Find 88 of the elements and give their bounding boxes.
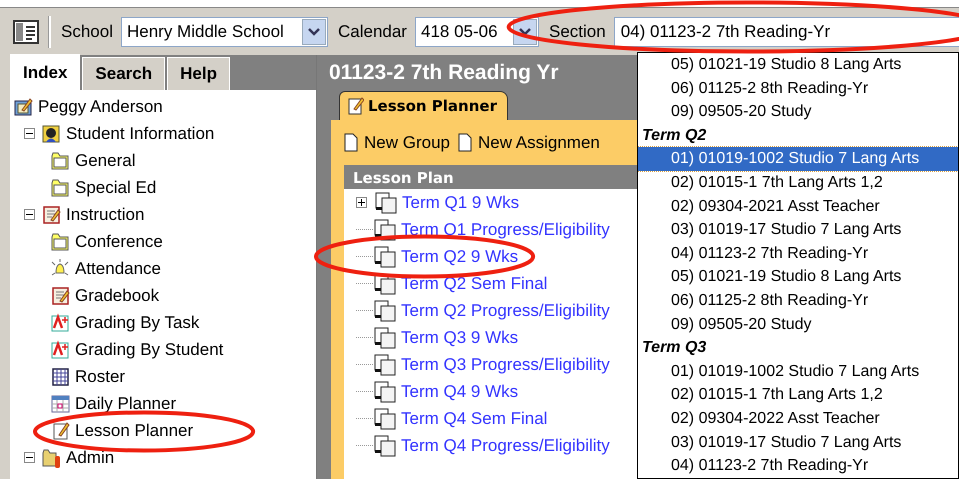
pages-icon xyxy=(373,298,397,322)
grid-icon xyxy=(51,366,70,386)
tree-item[interactable]: Grading By Task xyxy=(75,312,200,332)
dropdown-option[interactable]: 04) 01123-2 7th Reading-Yr xyxy=(638,454,958,478)
plan-link[interactable]: Term Q3 9 Wks xyxy=(401,328,518,348)
tree-item[interactable]: Special Ed xyxy=(75,178,156,198)
group-heading: Term Q3 xyxy=(641,338,708,358)
tree-item[interactable]: Conference xyxy=(75,232,163,252)
plan-link[interactable]: Term Q2 Sem Final xyxy=(401,274,548,294)
plan-link[interactable]: Term Q1 9 Wks xyxy=(402,192,520,212)
dropdown-option[interactable]: 01) 01019-1002 Studio 7 Lang Arts xyxy=(638,360,958,384)
dropdown-option[interactable]: 03) 01019-17 Studio 7 Lang Arts xyxy=(638,218,958,242)
plan-link[interactable]: Term Q3 Progress/Eligibility xyxy=(401,354,610,374)
dropdown-option[interactable]: 06) 01125-2 8th Reading-Yr xyxy=(638,288,958,313)
plan-link[interactable]: Term Q2 9 Wks xyxy=(401,246,518,266)
dropdown-option[interactable]: 05) 01021-19 Studio 8 Lang Arts xyxy=(638,265,958,289)
dropdown-option[interactable]: 01) 01019-1002 Studio 7 Lang Arts xyxy=(638,147,958,171)
page-title: 01123-2 7th Reading Yr xyxy=(328,60,560,86)
pages-icon xyxy=(373,326,397,350)
folder-icon xyxy=(51,232,70,252)
dropdown-option[interactable]: 02) 09304-2022 Asst Teacher xyxy=(638,406,958,430)
notebook-icon xyxy=(51,286,70,306)
tree-item[interactable]: Attendance xyxy=(75,258,162,278)
tree-item[interactable]: Daily Planner xyxy=(75,394,176,414)
tree-item[interactable]: General xyxy=(75,150,136,170)
collapse-icon[interactable] xyxy=(24,452,35,463)
grade-icon xyxy=(51,312,70,332)
group-heading: Term Q2 xyxy=(641,126,708,146)
tree-item[interactable]: Instruction xyxy=(66,204,144,224)
chevron-down-icon xyxy=(518,28,531,36)
dropdown-option[interactable]: 09) 09505-20 Study xyxy=(638,312,958,336)
grade-icon xyxy=(51,340,70,360)
dropdown-option[interactable]: 03) 01019-17 Studio 7 Lang Arts xyxy=(638,430,958,454)
dropdown-field[interactable]: Henry Middle School xyxy=(120,16,328,46)
plan-link[interactable]: Term Q4 9 Wks xyxy=(401,382,518,402)
chevron-down-icon xyxy=(308,28,320,36)
tree-item[interactable]: Admin xyxy=(66,448,114,468)
sidebar-tab[interactable]: Search xyxy=(82,57,166,90)
tree-item[interactable]: Gradebook xyxy=(75,286,160,306)
tree-item[interactable]: Roster xyxy=(75,366,126,386)
dropdown-field[interactable]: 04) 01123-2 7th Reading-Yr xyxy=(614,16,959,46)
student-icon xyxy=(42,124,61,144)
pages-icon xyxy=(373,352,397,376)
pages-icon xyxy=(373,434,397,458)
lesson-planner-tab[interactable]: Lesson Planner xyxy=(339,91,508,120)
dropdown-option[interactable]: 06) 01125-2 8th Reading-Yr xyxy=(638,76,958,100)
tree-item[interactable]: Peggy Anderson xyxy=(38,96,163,116)
sidebar-tab[interactable]: Index xyxy=(10,54,80,90)
tree-item[interactable]: Lesson Planner xyxy=(75,420,194,440)
folder-icon xyxy=(42,448,61,468)
plan-link[interactable]: Term Q4 Sem Final xyxy=(401,408,548,428)
list-header: Lesson Plan xyxy=(344,165,637,189)
document-icon xyxy=(458,133,472,152)
collapse-icon[interactable] xyxy=(24,128,35,139)
calendar-icon xyxy=(51,394,70,414)
collapse-icon[interactable] xyxy=(24,209,35,220)
tree-item[interactable]: Student Information xyxy=(66,124,214,144)
dropdown-option[interactable]: 04) 01123-2 7th Reading-Yr xyxy=(638,242,958,266)
clipboard-icon xyxy=(51,420,70,440)
field-label: Section xyxy=(548,22,606,42)
plan-link[interactable]: Term Q4 Progress/Eligibility xyxy=(401,436,610,456)
dropdown-option[interactable]: 02) 01015-1 7th Lang Arts 1,2 xyxy=(638,383,958,407)
field-label: School xyxy=(61,22,113,42)
pages-icon xyxy=(373,218,397,242)
dropdown-option[interactable]: 02) 01015-1 7th Lang Arts 1,2 xyxy=(638,170,958,195)
pages-icon xyxy=(374,190,398,214)
dropdown-option[interactable]: 09) 09505-20 Study xyxy=(638,100,958,124)
bell-icon xyxy=(51,258,70,278)
notebook-icon xyxy=(42,204,61,224)
expand-icon[interactable] xyxy=(356,197,367,208)
pages-icon xyxy=(373,380,397,404)
clipboard-icon xyxy=(348,97,364,115)
folder-icon xyxy=(51,178,70,198)
pages-icon xyxy=(373,244,397,268)
sidebar-tab[interactable]: Help xyxy=(167,57,230,90)
new-button[interactable]: New Group xyxy=(344,132,450,152)
dropdown-option[interactable]: 05) 01021-19 Studio 8 Lang Arts xyxy=(638,53,958,77)
new-button[interactable]: New Assignmen xyxy=(458,132,600,152)
layout-icon xyxy=(12,18,40,44)
pages-icon xyxy=(373,406,397,430)
document-icon xyxy=(344,133,358,152)
dropdown-field[interactable]: 418 05-06 xyxy=(414,16,539,46)
field-label: Calendar xyxy=(338,22,407,42)
plan-link[interactable]: Term Q2 Progress/Eligibility xyxy=(401,300,610,320)
dropdown-option[interactable]: 02) 09304-2021 Asst Teacher xyxy=(638,194,958,218)
folder-icon xyxy=(51,150,70,170)
tree-item[interactable]: Grading By Student xyxy=(75,340,224,360)
notepad-icon xyxy=(14,96,33,116)
